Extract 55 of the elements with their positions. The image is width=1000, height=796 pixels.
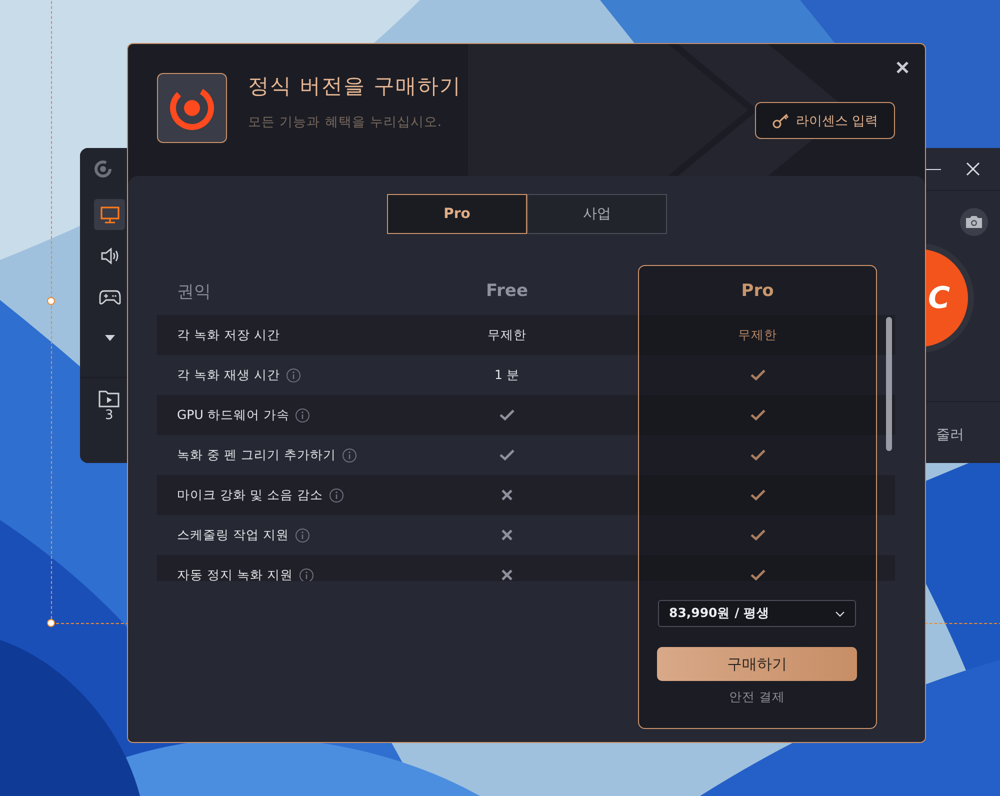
- check-icon: [499, 449, 515, 461]
- plan-tab[interactable]: 사업: [527, 194, 667, 234]
- feature-value: 무제한: [488, 326, 526, 344]
- close-icon[interactable]: [966, 162, 980, 176]
- check-icon: [750, 369, 766, 381]
- price-select[interactable]: 83,990원 / 평생: [658, 600, 856, 627]
- folder-count: 3: [105, 408, 114, 423]
- video-folder-icon[interactable]: [98, 390, 120, 408]
- app-logo-icon: [157, 73, 227, 143]
- check-icon: [499, 409, 515, 421]
- info-icon[interactable]: [295, 408, 310, 422]
- dropdown-triangle-icon: [104, 334, 116, 342]
- feature-name: GPU 하드웨어 가속: [177, 406, 290, 424]
- feature-name: 자동 정지 녹화 지원: [177, 566, 293, 581]
- cross-icon: [501, 569, 513, 581]
- feature-name: 녹화 중 펜 그리기 추가하기: [177, 446, 336, 464]
- gamepad-icon: [98, 288, 120, 306]
- feature-name: 각 녹화 재생 시간: [177, 366, 280, 384]
- secure-payment-note: 안전 결제: [729, 689, 785, 706]
- feature-name: 마이크 강화 및 소음 감소: [177, 486, 323, 504]
- check-icon: [750, 489, 766, 501]
- plan-tab[interactable]: Pro: [387, 194, 527, 234]
- feature-value: 무제한: [738, 326, 777, 344]
- info-icon[interactable]: [342, 448, 357, 462]
- feature-name: 스케줄링 작업 지원: [177, 526, 289, 544]
- feature-value: 1 분: [494, 366, 520, 384]
- camera-icon: [965, 215, 983, 229]
- info-icon[interactable]: [328, 488, 344, 502]
- buy-button[interactable]: 구매하기: [657, 647, 857, 681]
- feature-name: 각 녹화 저장 시간: [177, 326, 280, 344]
- monitor-icon: [100, 206, 120, 224]
- chevron-down-icon: [835, 610, 845, 616]
- check-icon: [750, 449, 766, 461]
- dialog-title: 정식 버전을 구매하기: [248, 73, 462, 100]
- dialog-subtitle: 모든 기능과 혜택을 누리십시오.: [248, 114, 444, 131]
- check-icon: [750, 569, 766, 581]
- column-header: Pro: [740, 281, 775, 301]
- check-icon: [750, 529, 766, 541]
- cross-icon: [501, 529, 513, 541]
- close-icon[interactable]: [896, 61, 909, 74]
- info-icon[interactable]: [298, 568, 314, 581]
- column-header: 권익: [176, 280, 212, 302]
- info-icon[interactable]: [294, 528, 310, 542]
- scheduler-label[interactable]: 줄러: [936, 426, 964, 444]
- check-icon: [750, 409, 766, 421]
- cross-icon: [501, 489, 513, 501]
- info-icon[interactable]: [286, 368, 301, 382]
- scrollbar-thumb[interactable]: [886, 317, 892, 451]
- logo-icon: [93, 159, 113, 179]
- screenshot-button[interactable]: [960, 208, 988, 236]
- license-button[interactable]: 라이센스 입력: [755, 102, 895, 139]
- sidebar-item[interactable]: [94, 199, 125, 230]
- column-header: Free: [485, 281, 529, 301]
- speaker-icon: [100, 246, 120, 264]
- key-icon: [772, 112, 790, 128]
